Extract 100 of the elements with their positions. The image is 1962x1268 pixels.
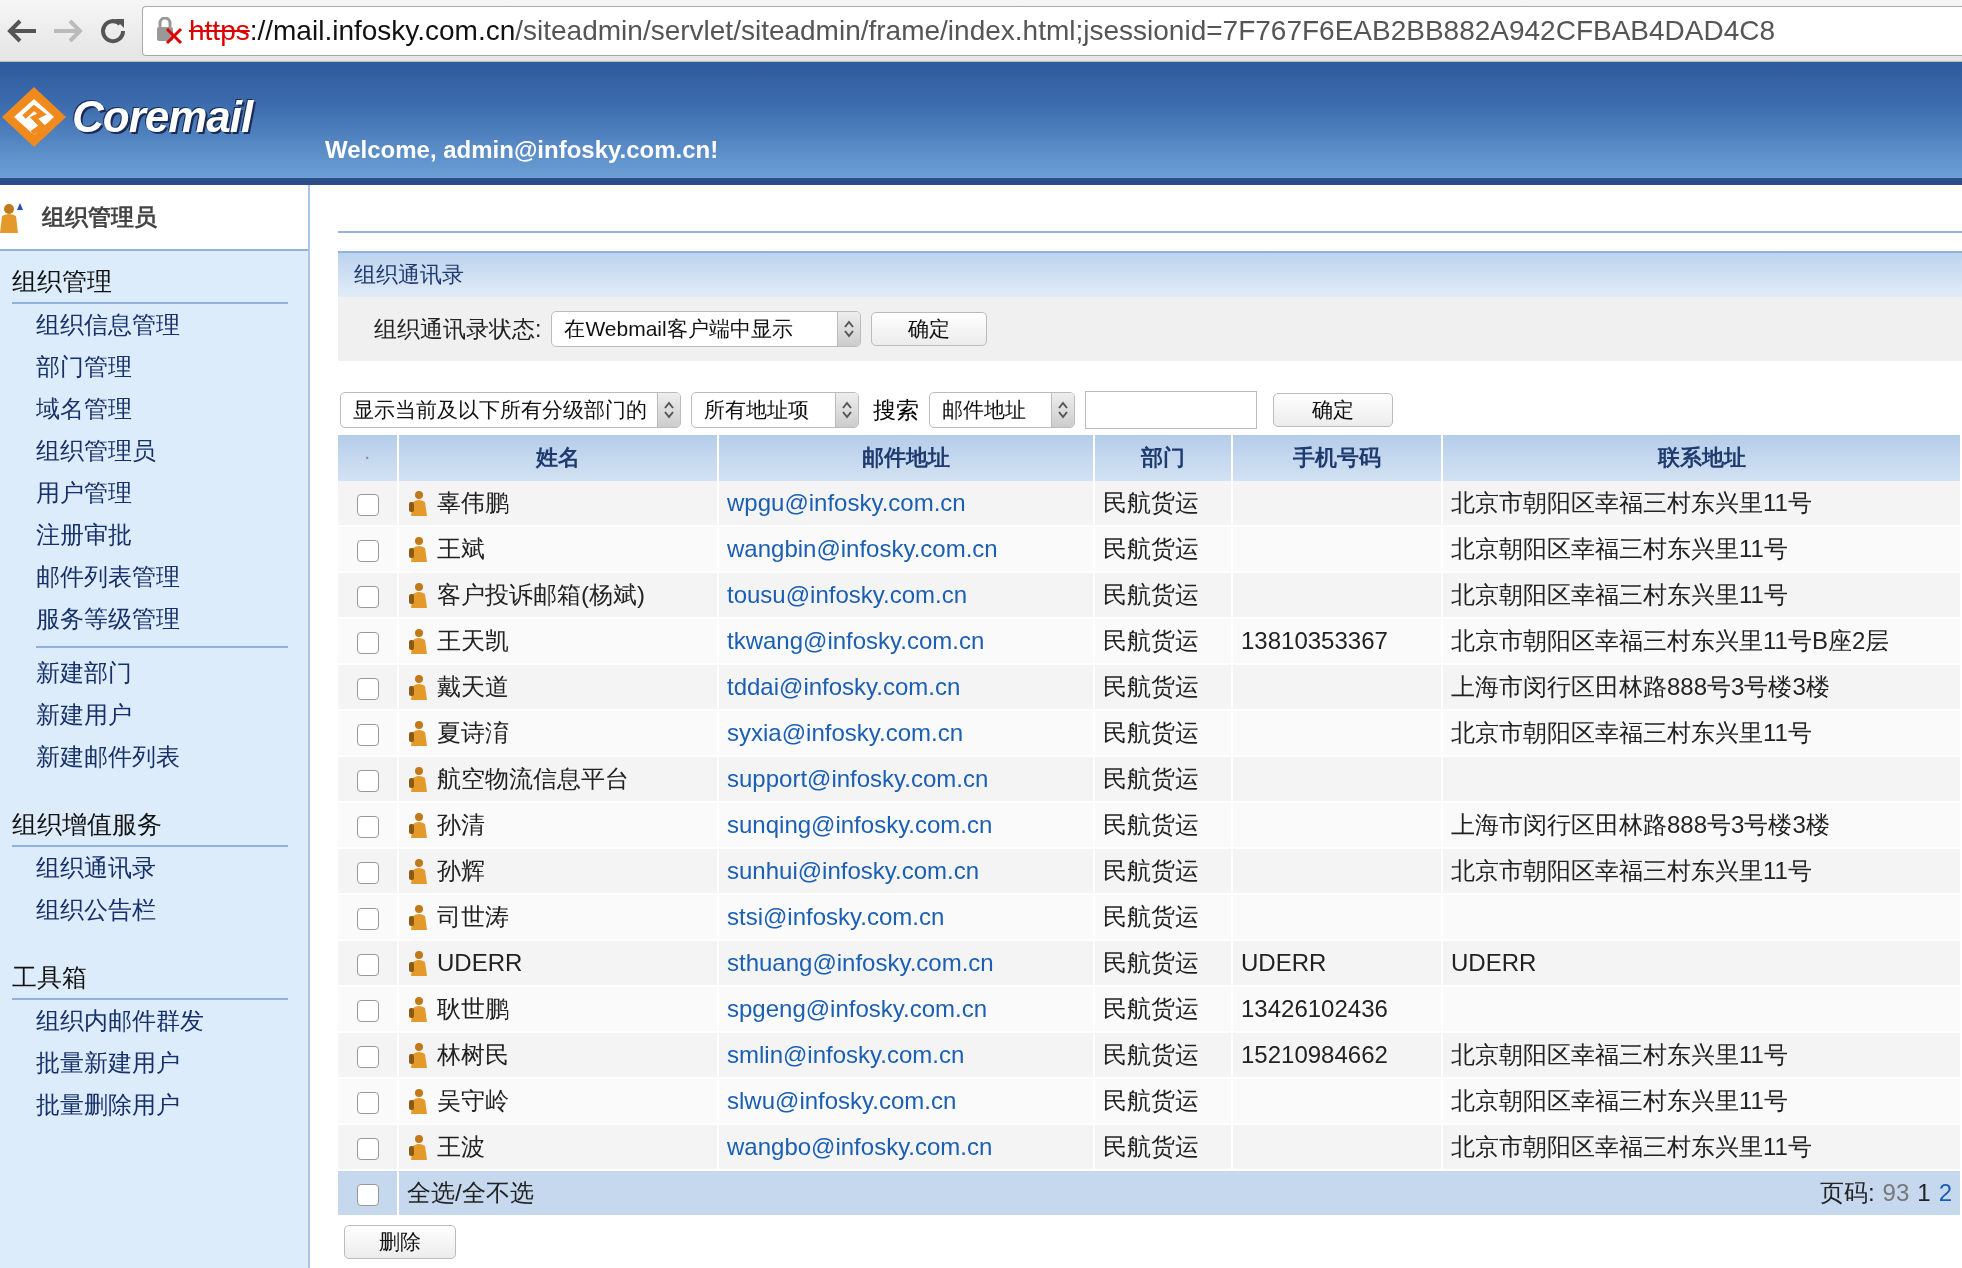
column-header: 部门	[1094, 435, 1232, 481]
person-icon	[407, 536, 429, 562]
person-icon	[407, 1134, 429, 1160]
name-text: 辜伟鹏	[437, 488, 509, 518]
department-cell: 民航货运	[1103, 995, 1199, 1022]
sidebar-link[interactable]: 组织公告栏	[36, 889, 288, 931]
person-icon	[407, 812, 429, 838]
department-cell: 民航货运	[1103, 581, 1199, 608]
phone-cell: 13426102436	[1241, 995, 1388, 1022]
person-icon	[407, 950, 429, 976]
department-cell: 民航货运	[1103, 949, 1199, 976]
sidebar-link[interactable]: 域名管理	[36, 388, 288, 430]
department-cell: 民航货运	[1103, 489, 1199, 516]
person-icon	[407, 720, 429, 746]
row-checkbox[interactable]	[356, 723, 379, 746]
broken-lock-icon	[155, 16, 183, 45]
person-icon	[407, 858, 429, 884]
name-text: 孙辉	[437, 856, 485, 886]
department-cell: 民航货运	[1103, 903, 1199, 930]
delete-button[interactable]: 删除	[344, 1225, 456, 1259]
sidebar-link[interactable]: 邮件列表管理	[36, 556, 288, 598]
sidebar-link[interactable]: 组织内邮件群发	[36, 1000, 288, 1042]
department-cell: 民航货运	[1103, 673, 1199, 700]
logo-text: Coremail	[72, 92, 253, 142]
name-text: 孙清	[437, 810, 485, 840]
address-cell: 北京朝阳区幸福三村东兴里11号	[1451, 1087, 1788, 1114]
search-button[interactable]: 确定	[1273, 393, 1393, 427]
person-icon	[407, 490, 429, 516]
row-checkbox[interactable]	[356, 815, 379, 838]
person-icon	[407, 628, 429, 654]
name-text: 王斌	[437, 534, 485, 564]
row-checkbox[interactable]	[356, 861, 379, 884]
sidebar-link[interactable]: 服务等级管理	[36, 598, 288, 640]
department-cell: 民航货运	[1103, 1133, 1199, 1160]
phone-cell: UDERR	[1241, 949, 1327, 976]
department-cell: 民航货运	[1103, 857, 1199, 884]
address-cell: 上海市闵行区田林路888号3号楼3楼	[1451, 811, 1830, 838]
name-text: 夏诗淯	[437, 718, 509, 748]
row-checkbox[interactable]	[356, 631, 379, 654]
select-all-checkbox[interactable]	[356, 1183, 379, 1206]
name-text: 王波	[437, 1132, 485, 1162]
name-text: 吴守岭	[437, 1086, 509, 1116]
sidebar-link[interactable]: 注册审批	[36, 514, 288, 556]
search-type-select[interactable]: 邮件地址	[929, 392, 1075, 428]
total-count: 93	[1882, 1179, 1910, 1207]
row-checkbox[interactable]	[356, 769, 379, 792]
name-text: 耿世鹏	[437, 994, 509, 1024]
name-text: UDERR	[437, 949, 523, 977]
page-link[interactable]: 2	[1938, 1179, 1952, 1207]
select-arrows-icon	[657, 393, 680, 427]
address-cell: UDERR	[1451, 949, 1537, 976]
row-checkbox[interactable]	[356, 585, 379, 608]
department-cell: 民航货运	[1103, 627, 1199, 654]
address-cell: 北京朝阳区幸福三村东兴里11号	[1451, 1041, 1788, 1068]
sidebar-link[interactable]: 部门管理	[36, 346, 288, 388]
person-icon	[407, 582, 429, 608]
row-checkbox[interactable]	[356, 1091, 379, 1114]
department-cell: 民航货运	[1103, 1041, 1199, 1068]
sidebar-link[interactable]: 组织信息管理	[36, 304, 288, 346]
address-cell: 北京市朝阳区幸福三村东兴里11号	[1451, 719, 1812, 746]
address-cell: 北京朝阳区幸福三村东兴里11号	[1451, 535, 1788, 562]
department-cell: 民航货运	[1103, 535, 1199, 562]
sidebar-link[interactable]: 新建部门	[36, 652, 288, 694]
row-checkbox[interactable]	[356, 493, 379, 516]
sidebar-link[interactable]: 用户管理	[36, 472, 288, 514]
column-marker: ·	[338, 435, 398, 481]
column-header: 手机号码	[1232, 435, 1442, 481]
address-cell: 北京市朝阳区幸福三村东兴里11号	[1451, 489, 1812, 516]
role-title: 组织管理员	[42, 202, 157, 232]
phone-cell: 15210984662	[1241, 1041, 1388, 1068]
search-field[interactable]	[1085, 391, 1257, 429]
sidebar-link[interactable]: 新建用户	[36, 694, 288, 736]
column-header: 联系地址	[1442, 435, 1961, 481]
name-text: 司世涛	[437, 902, 509, 932]
sidebar-link[interactable]: 组织通讯录	[36, 847, 288, 889]
sidebar-link[interactable]: 批量删除用户	[36, 1084, 288, 1126]
row-checkbox[interactable]	[356, 1045, 379, 1068]
sidebar-link[interactable]: 批量新建用户	[36, 1042, 288, 1084]
row-checkbox[interactable]	[356, 953, 379, 976]
confirm-button[interactable]: 确定	[871, 312, 988, 346]
page-link[interactable]: 1	[1917, 1179, 1931, 1207]
sidebar-link[interactable]: 组织管理员	[36, 430, 288, 472]
row-checkbox[interactable]	[356, 999, 379, 1022]
department-scope-select[interactable]: 显示当前及以下所有分级部门的	[340, 392, 681, 428]
page-label: 页码:	[1819, 1178, 1875, 1208]
sidebar-group-title: 组织管理	[12, 265, 288, 304]
address-fields-select[interactable]: 所有地址项	[691, 392, 859, 428]
address-bar[interactable]: https://mail.infosky.com.cn/siteadmin/servlet/siteadmin/frame/index.html;jsessionid=7F767F6EAB2BB882A942CFBAB4DAD4C8	[142, 5, 1962, 56]
row-checkbox[interactable]	[356, 907, 379, 930]
name-text: 戴天道	[437, 672, 509, 702]
name-text: 客户投诉邮箱(杨斌)	[437, 580, 645, 610]
status-select[interactable]: 在Webmail客户端中显示	[551, 311, 862, 347]
name-text: 航空物流信息平台	[437, 764, 629, 794]
department-cell: 民航货运	[1103, 765, 1199, 792]
department-cell: 民航货运	[1103, 1087, 1199, 1114]
row-checkbox[interactable]	[356, 1137, 379, 1160]
row-checkbox[interactable]	[356, 677, 379, 700]
search-label: 搜索	[873, 395, 919, 425]
sidebar-link[interactable]: 新建邮件列表	[36, 736, 288, 778]
row-checkbox[interactable]	[356, 539, 379, 562]
